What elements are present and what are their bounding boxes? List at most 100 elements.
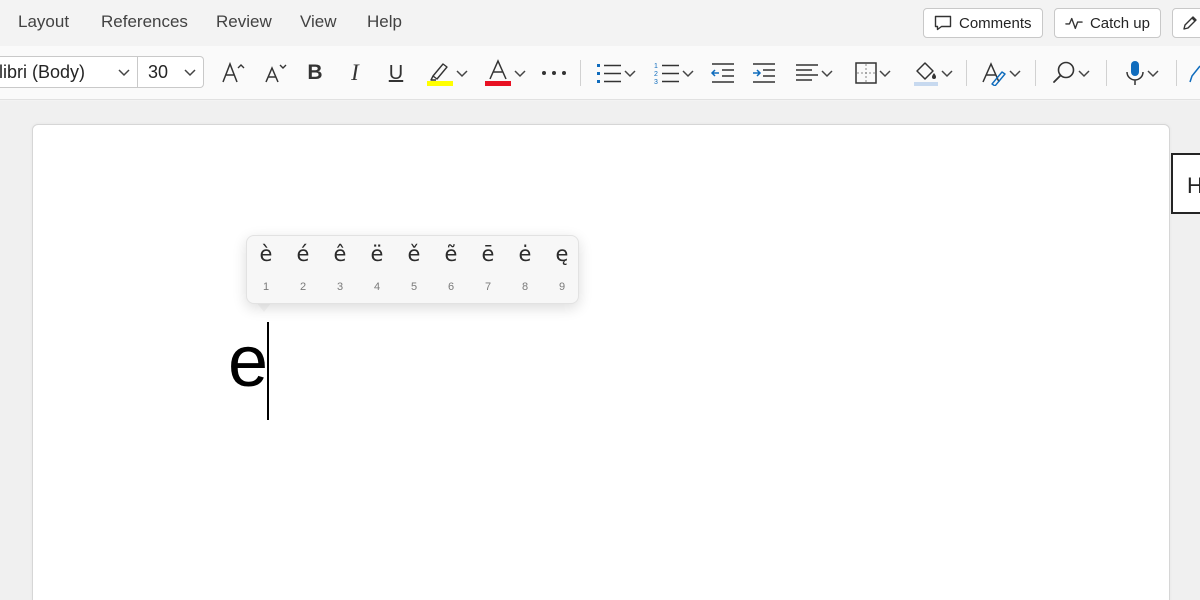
accent-option-8[interactable]: ė8 (507, 236, 544, 303)
activity-icon (1065, 17, 1083, 30)
menu-review[interactable]: Review (216, 12, 272, 32)
accent-char: ě (407, 242, 421, 266)
accent-shortcut-number: 9 (558, 281, 566, 293)
accent-picker-popup: è1é2ê3ë4ě5ẽ6ē7ė8ę9 (246, 235, 579, 304)
underline-icon: U (388, 61, 404, 84)
font-color-button[interactable] (480, 58, 530, 88)
accent-char: è (259, 242, 273, 266)
ribbon-divider (1035, 60, 1036, 86)
accent-char: ê (333, 242, 347, 266)
svg-text:1: 1 (654, 63, 658, 70)
increase-indent-button[interactable] (750, 58, 778, 88)
accent-shortcut-number: 1 (262, 281, 270, 293)
dictate-button[interactable] (1118, 58, 1166, 88)
side-panel-tab[interactable]: H (1171, 153, 1200, 214)
ribbon-divider (580, 60, 581, 86)
styles-icon (982, 62, 1006, 86)
accent-char: ë (370, 242, 384, 266)
shading-button[interactable] (908, 58, 958, 88)
bullets-button[interactable] (592, 58, 640, 88)
accent-shortcut-number: 3 (336, 281, 344, 293)
font-color-icon (485, 59, 511, 86)
accent-char: é (296, 242, 310, 266)
svg-text:3: 3 (654, 79, 658, 86)
chevron-down-icon (1147, 70, 1159, 78)
accent-option-2[interactable]: é2 (285, 236, 322, 303)
catch-up-label: Catch up (1089, 14, 1150, 32)
menu-view[interactable]: View (300, 12, 337, 32)
shrink-font-button[interactable] (263, 58, 289, 88)
chevron-down-icon (118, 69, 130, 77)
accent-shortcut-number: 5 (410, 281, 418, 293)
numbering-button[interactable]: 1 2 3 (650, 58, 698, 88)
catch-up-button[interactable]: Catch up (1054, 8, 1161, 38)
accent-option-7[interactable]: ē7 (470, 236, 507, 303)
chevron-down-icon (879, 70, 891, 78)
accent-char: ė (518, 242, 532, 266)
grow-font-icon (222, 61, 245, 83)
pencil-icon (1183, 16, 1197, 30)
accent-shortcut-number: 6 (447, 281, 455, 293)
chevron-down-icon (514, 70, 526, 78)
chevron-down-icon (821, 70, 833, 78)
chevron-down-icon (456, 70, 468, 78)
ribbon-toolbar: libri (Body) 30 B I U 1 2 3 (0, 46, 1200, 100)
editing-mode-button[interactable] (1172, 8, 1200, 38)
ribbon-divider (1106, 60, 1107, 86)
bold-button[interactable]: B (302, 58, 328, 88)
pen-icon (1189, 65, 1200, 83)
accent-shortcut-number: 8 (521, 281, 529, 293)
accent-option-5[interactable]: ě5 (396, 236, 433, 303)
accent-option-4[interactable]: ë4 (359, 236, 396, 303)
accent-option-3[interactable]: ê3 (322, 236, 359, 303)
italic-icon: I (351, 60, 359, 85)
align-left-icon (796, 64, 818, 81)
menu-references[interactable]: References (101, 12, 188, 32)
font-size-dropdown[interactable]: 30 (138, 56, 204, 88)
editor-button[interactable] (1184, 58, 1200, 88)
highlight-color-button[interactable] (422, 58, 472, 88)
svg-text:2: 2 (654, 71, 658, 78)
bullet-list-icon (597, 64, 621, 83)
more-options-button[interactable] (539, 58, 569, 88)
text-caret (267, 322, 269, 420)
document-page[interactable] (32, 124, 1170, 600)
more-icon (542, 71, 566, 75)
ribbon-divider (966, 60, 967, 86)
comments-button[interactable]: Comments (923, 8, 1043, 38)
comment-icon (934, 15, 952, 31)
styles-button[interactable] (977, 58, 1025, 88)
underline-button[interactable]: U (383, 58, 409, 88)
alignment-button[interactable] (790, 58, 838, 88)
ribbon-divider (1176, 60, 1177, 86)
find-button[interactable] (1046, 58, 1096, 88)
chevron-down-icon (1078, 70, 1090, 78)
chevron-down-icon (184, 69, 196, 77)
accent-option-6[interactable]: ẽ6 (433, 236, 470, 303)
chevron-down-icon (682, 70, 694, 78)
document-text[interactable]: e (228, 326, 268, 398)
shrink-font-icon (265, 64, 287, 83)
paint-bucket-icon (914, 62, 938, 86)
side-panel-label: H (1187, 173, 1200, 198)
highlighter-icon (427, 63, 453, 86)
accent-char: ẽ (444, 242, 458, 266)
accent-option-9[interactable]: ę9 (544, 236, 581, 303)
accent-char: ē (481, 242, 495, 266)
comments-label: Comments (959, 14, 1032, 32)
document-canvas (0, 101, 1200, 600)
decrease-indent-icon (710, 63, 734, 83)
grow-font-button[interactable] (220, 58, 248, 88)
borders-icon (855, 62, 877, 84)
accent-char: ę (555, 242, 569, 266)
decrease-indent-button[interactable] (709, 58, 737, 88)
menu-help[interactable]: Help (367, 12, 402, 32)
borders-button[interactable] (849, 58, 897, 88)
accent-shortcut-number: 7 (484, 281, 492, 293)
font-name-value: libri (Body) (0, 61, 86, 82)
chevron-down-icon (941, 70, 953, 78)
menu-layout[interactable]: Layout (18, 12, 69, 32)
italic-button[interactable]: I (342, 58, 368, 88)
font-name-dropdown[interactable]: libri (Body) (0, 56, 138, 88)
accent-option-1[interactable]: è1 (248, 236, 285, 303)
